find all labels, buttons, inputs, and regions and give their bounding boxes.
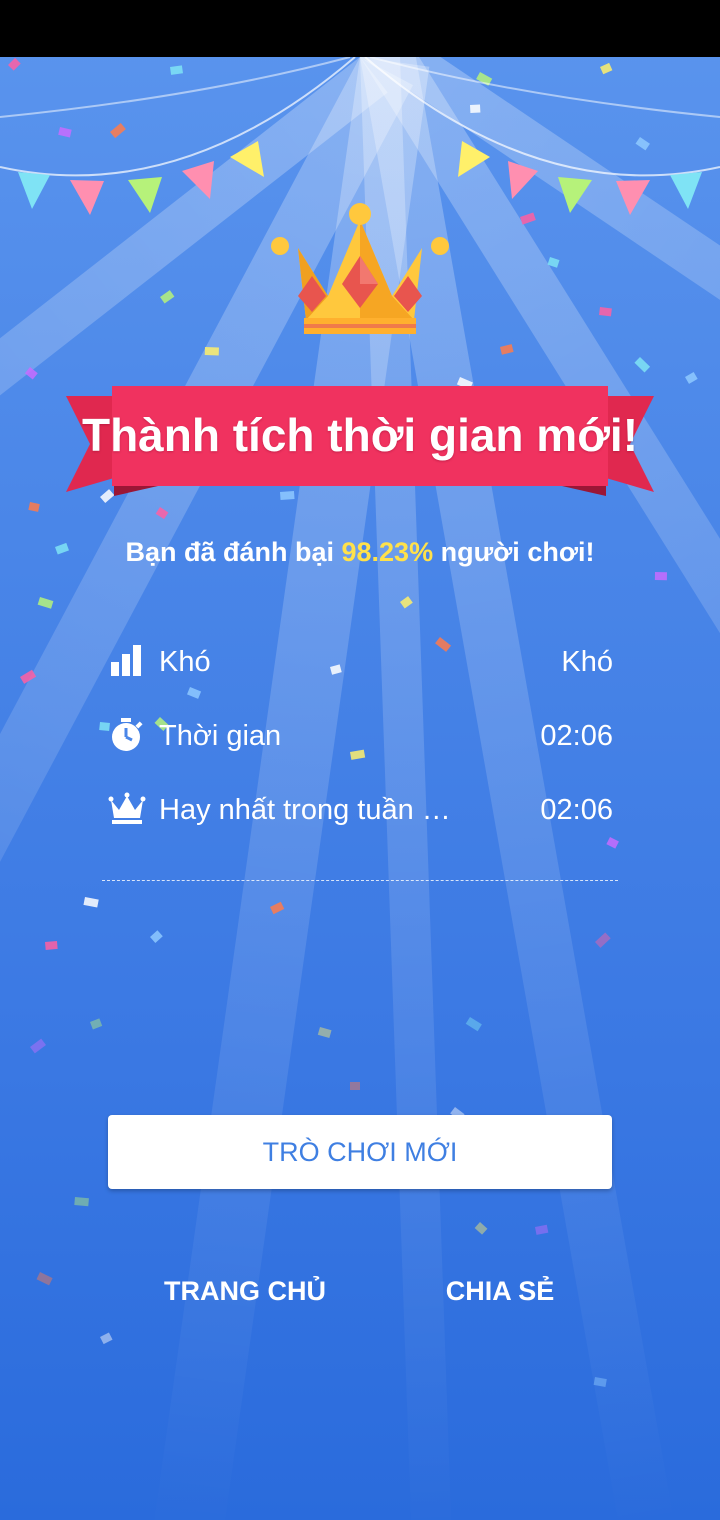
percentile-value: 98.23% bbox=[341, 537, 434, 567]
new-game-button[interactable]: TRÒ CHƠI MỚI bbox=[108, 1115, 612, 1189]
confetti-piece bbox=[400, 596, 413, 609]
confetti-piece bbox=[160, 290, 175, 304]
confetti-piece bbox=[37, 597, 54, 609]
confetti-piece bbox=[204, 347, 219, 356]
stat-value: 02:06 bbox=[540, 794, 613, 826]
stat-row-weekly-best: Hay nhất trong tuần … 02:06 bbox=[108, 774, 613, 848]
confetti-piece bbox=[593, 1377, 607, 1387]
confetti-piece bbox=[350, 1082, 360, 1090]
subtitle-suffix: người chơi! bbox=[433, 537, 595, 567]
confetti-piece bbox=[29, 1038, 46, 1054]
divider bbox=[102, 880, 618, 881]
confetti-piece bbox=[594, 932, 611, 948]
stopwatch-icon bbox=[112, 718, 143, 751]
stat-row-time: Thời gian 02:06 bbox=[108, 700, 613, 774]
confetti-piece bbox=[36, 1272, 53, 1286]
crown-icon bbox=[108, 792, 146, 824]
confetti-piece bbox=[90, 1018, 103, 1030]
confetti-piece bbox=[547, 256, 560, 268]
confetti-piece bbox=[28, 501, 40, 512]
stat-value: Khó bbox=[561, 646, 613, 678]
confetti-piece bbox=[535, 1224, 549, 1235]
confetti-piece bbox=[83, 897, 99, 908]
stats-list: Khó Khó Thời gian 02:06 Hay nhất trong t… bbox=[108, 626, 613, 848]
subtitle-prefix: Bạn đã đánh bại bbox=[125, 537, 342, 567]
confetti-piece bbox=[19, 669, 37, 684]
confetti-piece bbox=[474, 1221, 488, 1235]
confetti-piece bbox=[500, 344, 514, 355]
confetti-piece bbox=[44, 940, 58, 950]
confetti-piece bbox=[155, 507, 169, 520]
bar-chart-icon bbox=[111, 645, 141, 676]
status-bar bbox=[0, 0, 720, 57]
confetti-piece bbox=[465, 1017, 482, 1032]
confetti-piece bbox=[149, 930, 163, 943]
page-title: Thành tích thời gian mới! bbox=[81, 409, 639, 461]
beat-players-text: Bạn đã đánh bại 98.23% người chơi! bbox=[0, 530, 720, 574]
confetti-piece bbox=[599, 307, 612, 317]
confetti-piece bbox=[685, 372, 698, 384]
confetti-piece bbox=[74, 1196, 89, 1207]
share-button[interactable]: CHIA SẺ bbox=[410, 1266, 590, 1316]
confetti-piece bbox=[317, 1026, 332, 1038]
crown-illustration bbox=[271, 203, 449, 334]
stat-label: Khó bbox=[159, 646, 211, 678]
confetti-piece bbox=[99, 1332, 113, 1345]
confetti-piece bbox=[270, 901, 285, 915]
confetti-piece bbox=[24, 367, 38, 380]
stat-value: 02:06 bbox=[540, 720, 613, 752]
stat-label: Thời gian bbox=[159, 720, 282, 752]
home-button[interactable]: TRANG CHỦ bbox=[140, 1266, 350, 1316]
confetti-piece bbox=[634, 356, 651, 373]
stat-row-difficulty: Khó Khó bbox=[108, 626, 613, 700]
stat-label: Hay nhất trong tuần … bbox=[159, 794, 451, 826]
